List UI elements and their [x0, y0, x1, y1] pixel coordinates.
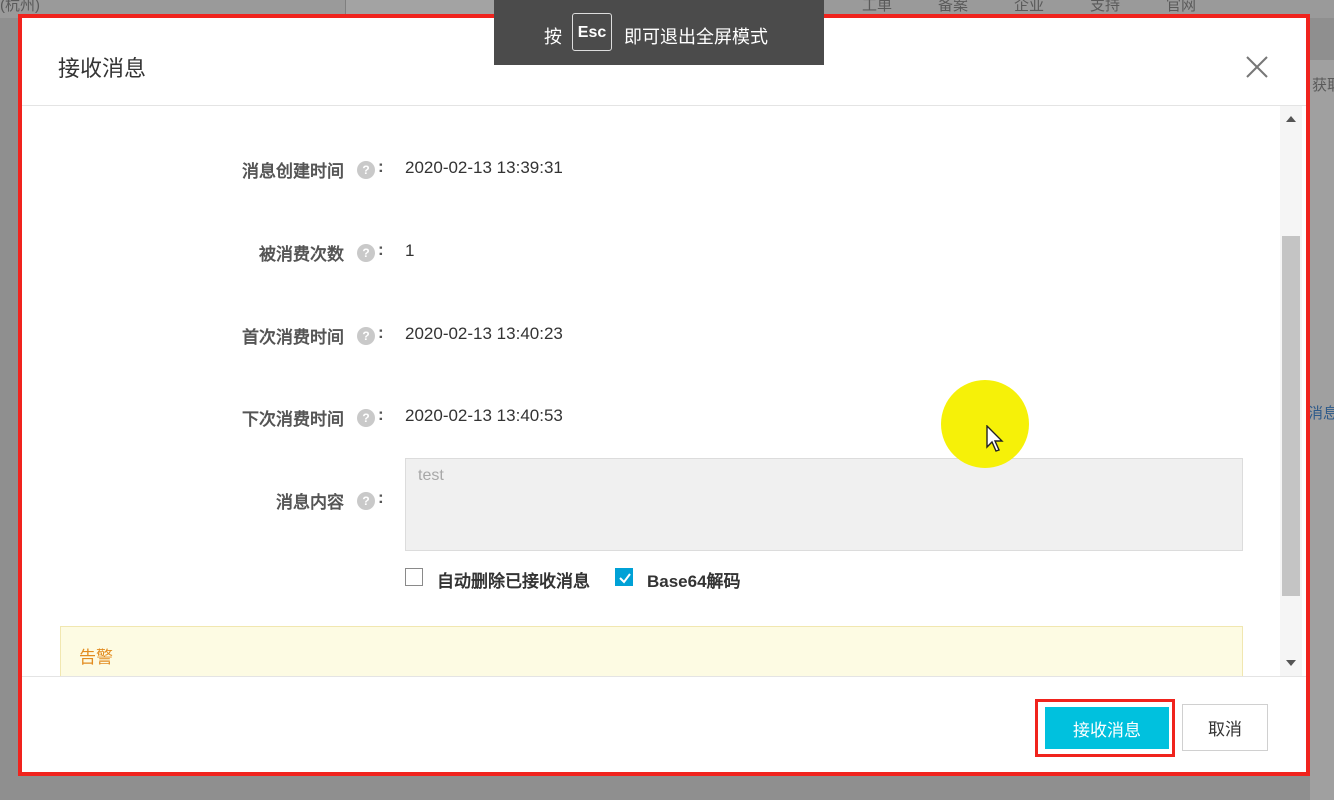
- field-message-content: 消息内容 ? :: [22, 485, 402, 515]
- background-nav-website: 官网: [1166, 0, 1197, 14]
- field-next-consumed-time: 下次消费时间 ? : 2020-02-13 13:40:53: [22, 402, 1280, 432]
- help-icon[interactable]: ?: [357, 327, 375, 345]
- field-label: 被消费次数: [259, 245, 344, 264]
- dialog-scrollbar[interactable]: [1280, 106, 1302, 676]
- field-created-time: 消息创建时间 ? : 2020-02-13 13:39:31: [22, 154, 1280, 184]
- receive-message-button[interactable]: 接收消息: [1045, 707, 1169, 749]
- fullscreen-exit-toast: 按 Esc 即可退出全屏模式: [494, 0, 824, 65]
- close-button[interactable]: [1244, 54, 1270, 80]
- message-content-textarea[interactable]: test: [405, 458, 1243, 551]
- help-icon[interactable]: ?: [357, 161, 375, 179]
- field-first-consumed-time: 首次消费时间 ? : 2020-02-13 13:40:23: [22, 320, 1280, 350]
- receive-message-dialog: 接收消息 消息创建时间 ? : 2020-02-13 13:39:31 被消费次…: [18, 14, 1310, 776]
- colon: :: [378, 157, 384, 176]
- colon: :: [378, 323, 384, 342]
- field-label: 消息创建时间: [242, 162, 344, 181]
- field-value: 2020-02-13 13:39:31: [405, 158, 563, 177]
- checkmark-icon: [619, 573, 631, 584]
- background-nav-filing: 备案: [938, 0, 969, 14]
- scroll-down-arrow-icon[interactable]: [1286, 660, 1296, 666]
- auto-delete-label[interactable]: 自动删除已接收消息: [437, 567, 590, 592]
- cursor-highlight: [941, 380, 1029, 468]
- background-nav-enterprise: 企业: [1014, 0, 1045, 14]
- background-message-link: 消息: [1308, 405, 1334, 422]
- background-nav-tickets: 工单: [862, 0, 893, 14]
- help-icon[interactable]: ?: [357, 244, 375, 262]
- dialog-body[interactable]: 消息创建时间 ? : 2020-02-13 13:39:31 被消费次数 ? :…: [22, 106, 1280, 676]
- base64-decode-label[interactable]: Base64解码: [647, 567, 741, 592]
- help-icon[interactable]: ?: [357, 492, 375, 510]
- esc-key-badge: Esc: [572, 13, 612, 51]
- base64-decode-checkbox[interactable]: [615, 568, 633, 586]
- scroll-up-arrow-icon[interactable]: [1286, 116, 1296, 122]
- background-right-panel: [1310, 60, 1334, 800]
- toast-prefix: 按: [544, 27, 562, 47]
- alert-title: 告警: [79, 648, 113, 667]
- colon: :: [378, 405, 384, 424]
- field-consumed-count: 被消费次数 ? : 1: [22, 237, 1280, 267]
- scroll-thumb[interactable]: [1282, 236, 1300, 596]
- cancel-button[interactable]: 取消: [1182, 704, 1268, 751]
- warning-alert: 告警: [60, 626, 1243, 676]
- field-label: 首次消费时间: [242, 328, 344, 347]
- field-label: 消息内容: [276, 493, 344, 512]
- colon: :: [378, 488, 384, 507]
- background-nav-support: 支持: [1090, 0, 1121, 14]
- dialog-title: 接收消息: [58, 56, 147, 81]
- help-icon[interactable]: ?: [357, 409, 375, 427]
- mouse-pointer-icon: [986, 425, 1004, 452]
- auto-delete-checkbox[interactable]: [405, 568, 423, 586]
- field-label: 下次消费时间: [242, 410, 344, 429]
- field-value: 2020-02-13 13:40:23: [405, 324, 563, 343]
- colon: :: [378, 240, 384, 259]
- background-fetch-text: 获取: [1312, 77, 1334, 94]
- field-value: 2020-02-13 13:40:53: [405, 406, 563, 425]
- toast-suffix: 即可退出全屏模式: [624, 27, 768, 47]
- close-icon: [1246, 56, 1268, 78]
- background-region-text: (杭州): [0, 0, 40, 14]
- field-value: 1: [405, 241, 415, 260]
- dialog-footer: 接收消息 取消: [22, 676, 1306, 772]
